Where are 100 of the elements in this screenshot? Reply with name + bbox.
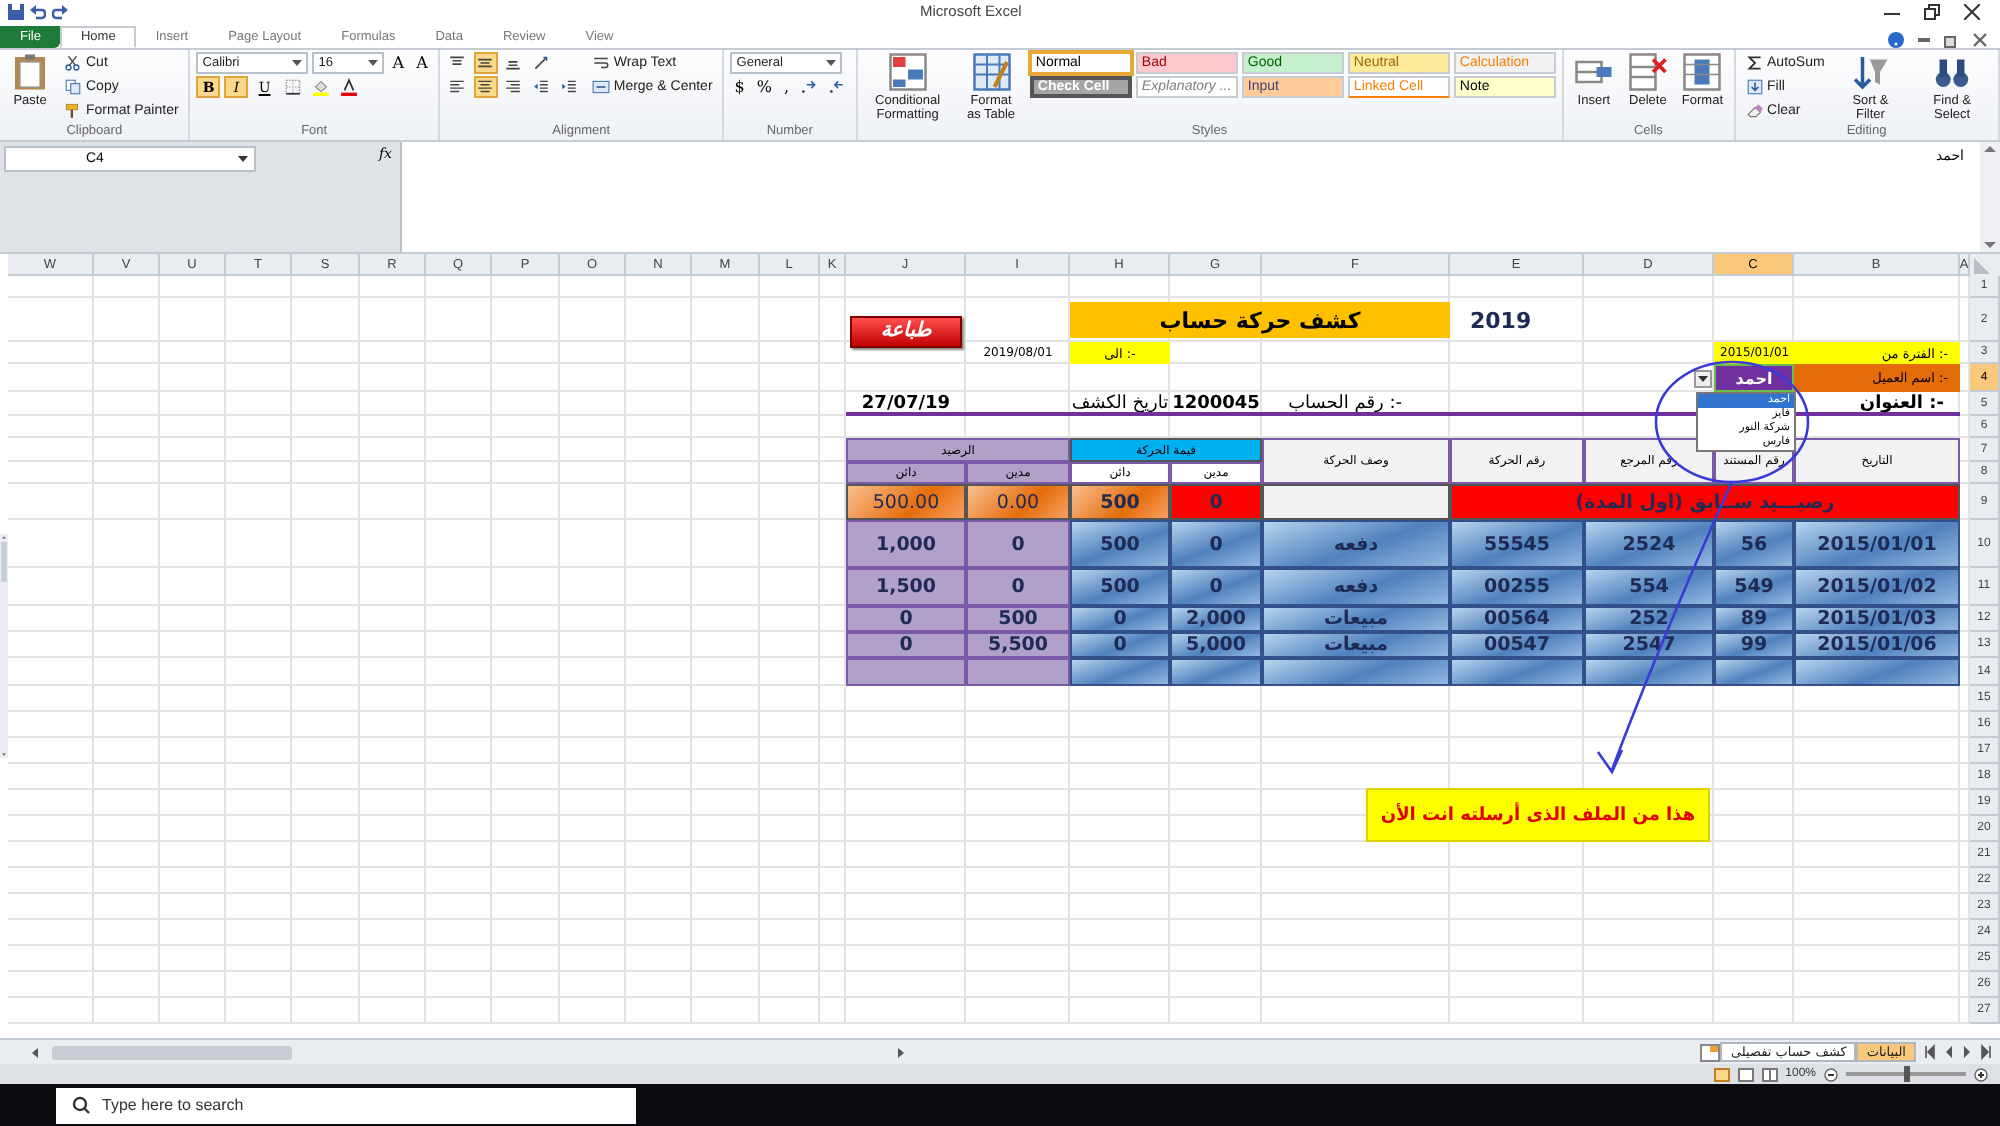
table-cell: 0 [1170, 484, 1262, 520]
toolbar-button[interactable] [280, 76, 305, 98]
copy-icon [64, 78, 82, 96]
table-cell [966, 658, 1070, 686]
close-icon[interactable] [1964, 4, 1980, 20]
table-cell: 0 [1070, 606, 1170, 632]
toolbar-button[interactable]: A [388, 54, 409, 72]
decrease-indent-icon [532, 78, 551, 96]
field-label: رقم الحساب :- [1286, 392, 1404, 416]
table-cell: 0 [1170, 520, 1262, 568]
restore-icon[interactable] [1924, 4, 1940, 20]
text-angle-icon [532, 54, 551, 72]
print-button[interactable]: طباعة [850, 315, 962, 347]
table-cell [1170, 658, 1262, 686]
fill-color-icon [311, 78, 330, 96]
vertical-scrollbar[interactable] [1980, 142, 2000, 252]
merge-cells-icon [591, 78, 610, 96]
table-cell [846, 658, 966, 686]
previous-sheet-button[interactable] [1960, 1044, 1974, 1060]
table-cell [1584, 658, 1714, 686]
help-icon[interactable] [1888, 32, 1904, 48]
table-cell: 1,000 [846, 520, 966, 568]
note-label: هذا من الملف الذى أرسلته انت الأن [1366, 788, 1710, 842]
horizontal-scrollbar[interactable] [28, 1043, 908, 1061]
toolbar-button[interactable] [336, 76, 361, 98]
table-cell: 99 [1714, 632, 1794, 658]
table-cell: 2015/01/02 [1794, 568, 1960, 606]
brush-icon [64, 102, 82, 120]
next-sheet-button[interactable] [1942, 1044, 1956, 1060]
undo-icon[interactable] [30, 4, 46, 20]
table-cell: 00564 [1450, 606, 1584, 632]
redo-icon[interactable] [52, 4, 68, 20]
caret-icon [1698, 376, 1708, 382]
table-cell: 0.00 [966, 484, 1070, 520]
toolbar-button[interactable]: % [752, 78, 776, 96]
toolbar-button[interactable] [473, 52, 498, 74]
first-sheet-button[interactable] [1978, 1044, 1992, 1060]
sort-filter-icon [1850, 52, 1891, 92]
increase-indent-icon [560, 78, 579, 96]
toolbar-button[interactable] [501, 76, 526, 98]
last-sheet-button[interactable] [1924, 1044, 1938, 1060]
table-cell: 0 [1070, 632, 1170, 658]
sigma-icon [1745, 54, 1764, 72]
caret-icon [292, 60, 303, 66]
align-middle-icon [476, 54, 495, 72]
align-center-icon [476, 78, 495, 96]
decrease-decimal-icon [828, 78, 847, 96]
normal-view-icon[interactable] [1713, 1067, 1730, 1081]
table-cell: 0 [966, 568, 1070, 606]
close-icon[interactable] [1972, 32, 1988, 48]
borders-icon [283, 78, 302, 96]
page-break-icon[interactable] [1761, 1067, 1778, 1081]
toolbar-button[interactable] [445, 76, 470, 98]
table-cell: 2015/01/01 [1794, 520, 1960, 568]
page-layout-icon[interactable] [1737, 1067, 1754, 1081]
toolbar-button[interactable]: A [412, 54, 432, 72]
toolbar-button[interactable] [557, 76, 582, 98]
account-number: 1200045 [1170, 392, 1262, 416]
dropdown-arrow-button[interactable] [1694, 370, 1712, 388]
table-cell: 500 [966, 606, 1070, 632]
table-cell: 89 [1714, 606, 1794, 632]
align-right-icon [504, 78, 523, 96]
insert-sheet-icon[interactable] [1700, 1043, 1721, 1061]
wrap-text-icon [591, 54, 610, 72]
slider-thumb[interactable] [1903, 1066, 1909, 1082]
table-cell: 0 [846, 632, 966, 658]
statement-date: 27/07/19 [859, 392, 953, 416]
table-cell: 5,500 [966, 632, 1070, 658]
table-cell: 500 [1070, 568, 1170, 606]
fill-down-icon [1745, 78, 1764, 96]
restore-icon[interactable] [1944, 32, 1960, 48]
table-cell: 2524 [1584, 520, 1714, 568]
table-cell: دفعه [1262, 568, 1450, 606]
title-label: كشف حركة حساب [1070, 302, 1450, 338]
table-cell: 500.00 [846, 484, 966, 520]
table-cell: 55545 [1450, 520, 1584, 568]
caret-icon [238, 156, 248, 162]
toolbar-button[interactable] [529, 76, 554, 98]
table-cell: 554 [1584, 568, 1714, 606]
search-field[interactable]: Type here to search [56, 1087, 636, 1123]
table-cell: 500 [1070, 484, 1170, 520]
table-cell: مبيعات [1262, 606, 1450, 632]
table-cell: 0 [1170, 568, 1262, 606]
table-cell: 1,500 [846, 568, 966, 606]
caret-icon [826, 60, 837, 66]
table-cell: 0 [846, 606, 966, 632]
zoom-in-icon[interactable] [1974, 1067, 1988, 1081]
table-cell: 2015/01/03 [1794, 606, 1960, 632]
table-cell: 2,000 [1170, 606, 1262, 632]
format-cells-icon [1682, 52, 1723, 92]
save-icon[interactable] [8, 4, 24, 20]
table-cell: 56 [1714, 520, 1794, 568]
table-cell: 500 [1070, 520, 1170, 568]
zoom-out-icon[interactable] [1824, 1067, 1838, 1081]
toolbar-button[interactable]: , [779, 78, 794, 96]
toolbar-button[interactable] [473, 76, 498, 98]
field-label: العنوان :- [1857, 392, 1946, 416]
toolbar-button[interactable]: $ [730, 78, 749, 96]
customer-dropdown[interactable]: احمد [1714, 364, 1794, 392]
table-cell [1714, 658, 1794, 686]
